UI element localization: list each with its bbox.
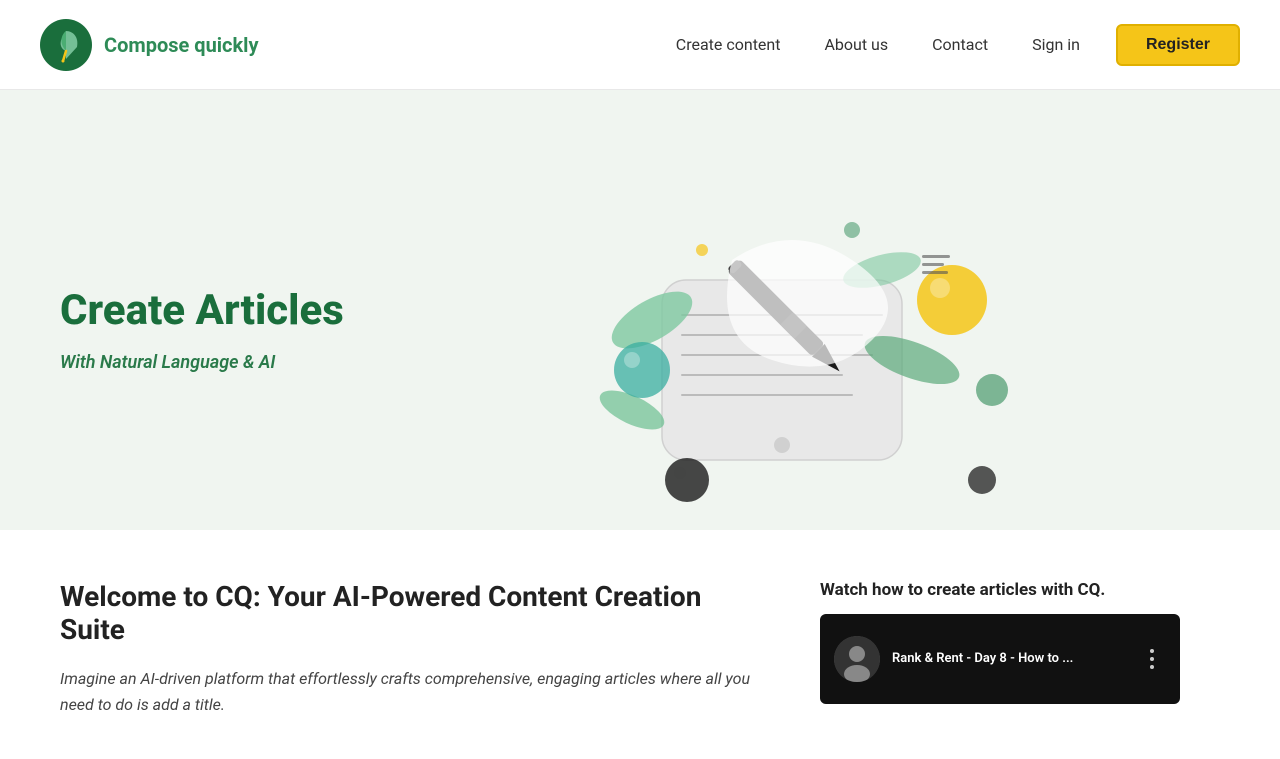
register-button[interactable]: Register — [1116, 24, 1240, 66]
menu-dot-1 — [1150, 649, 1154, 653]
nav-create-content[interactable]: Create content — [658, 27, 799, 62]
content-right: Watch how to create articles with CQ. Ra… — [820, 580, 1180, 704]
video-info: Rank & Rent - Day 8 - How to ... — [892, 650, 1126, 668]
hero-title: Create Articles — [60, 287, 344, 335]
watch-label: Watch how to create articles with CQ. — [820, 580, 1180, 600]
hero-subtitle: With Natural Language & AI — [60, 352, 344, 373]
content-section: Welcome to CQ: Your AI-Powered Content C… — [0, 530, 1280, 759]
section-body: Imagine an AI-driven platform that effor… — [60, 666, 760, 719]
video-avatar — [834, 636, 880, 682]
hero-text-block: Create Articles With Natural Language & … — [60, 287, 344, 372]
menu-dot-2 — [1150, 657, 1154, 661]
video-title: Rank & Rent - Day 8 - How to ... — [892, 650, 1126, 668]
nav-sign-in[interactable]: Sign in — [1014, 27, 1098, 62]
brand-name: Compose quickly — [104, 33, 259, 57]
site-header: Compose quickly Create content About us … — [0, 0, 1280, 90]
nav-about-us[interactable]: About us — [806, 27, 906, 62]
hero-image-area — [344, 130, 1220, 530]
logo-icon — [40, 19, 92, 71]
nav-contact[interactable]: Contact — [914, 27, 1006, 62]
section-heading: Welcome to CQ: Your AI-Powered Content C… — [60, 580, 760, 646]
logo-link[interactable]: Compose quickly — [40, 19, 259, 71]
menu-dot-3 — [1150, 665, 1154, 669]
content-left: Welcome to CQ: Your AI-Powered Content C… — [60, 580, 760, 719]
video-card[interactable]: Rank & Rent - Day 8 - How to ... — [820, 614, 1180, 704]
hero-section: Create Articles With Natural Language & … — [0, 90, 1280, 530]
main-nav: Create content About us Contact Sign in … — [658, 24, 1240, 66]
video-menu-button[interactable] — [1138, 645, 1166, 673]
hero-illustration — [344, 130, 1220, 530]
